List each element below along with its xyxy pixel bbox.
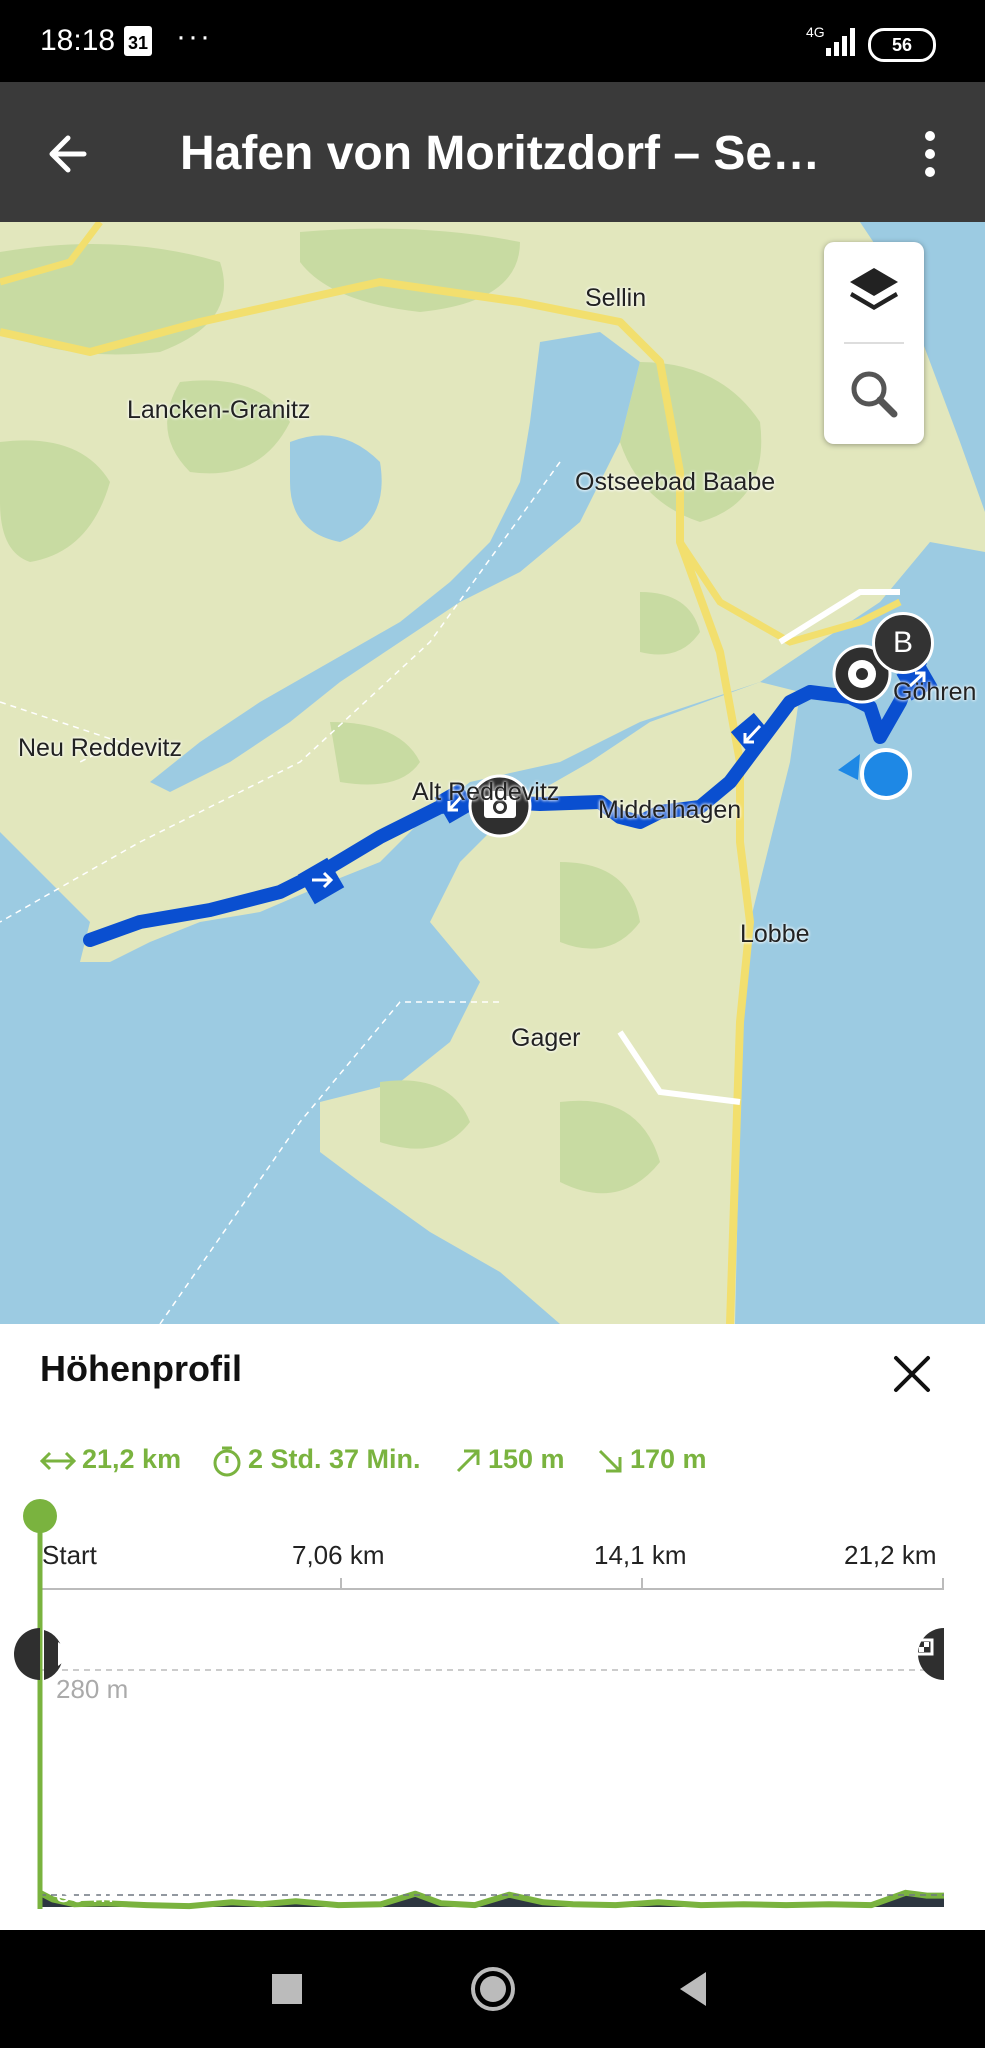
current-location-icon (838, 748, 912, 800)
home-button[interactable] (468, 1960, 518, 2020)
waypoint-b-label: B (892, 626, 913, 659)
map-label-gohren: Göhren (893, 678, 977, 706)
map-label-sellin: Sellin (585, 284, 647, 312)
app-bar: Hafen von Moritzdorf – See… (0, 82, 985, 222)
x-tick-2: 14,1 km (594, 1540, 687, 1570)
status-bar: 18:18 31 ··· 4G 56 (0, 0, 985, 82)
map-label-baabe: Ostseebad Baabe (575, 468, 776, 496)
elevation-sheet: Höhenprofil 21,2 km 2 Std. 37 Min. 150 m… (0, 1324, 985, 1930)
stat-ascent-value: 150 m (488, 1444, 565, 1474)
finish-flag-icon (908, 1628, 944, 1680)
stat-descent-value: 170 m (630, 1444, 707, 1474)
layers-icon[interactable] (824, 242, 924, 342)
network-type: 4G (806, 24, 825, 40)
elevation-title: Höhenprofil (40, 1348, 242, 1389)
overflow-menu-icon[interactable] (910, 124, 950, 184)
x-tick-1: 7,06 km (292, 1540, 385, 1570)
stat-distance: 21,2 km (39, 1444, 182, 1475)
descent-arrow-icon (598, 1449, 622, 1473)
y-label-max: 280 m (56, 1674, 129, 1704)
search-icon[interactable] (824, 344, 924, 444)
map-label-alt-reddevitz: Alt Reddevitz (412, 778, 560, 806)
close-icon[interactable] (886, 1348, 938, 1400)
signal-icon (826, 28, 855, 56)
x-tick-end: 21,2 km (844, 1540, 937, 1570)
stat-distance-value: 21,2 km (82, 1444, 182, 1474)
status-time: 18:18 (40, 24, 116, 57)
more-notifications-icon: ··· (176, 20, 212, 53)
recents-button[interactable] (270, 1960, 304, 2020)
stat-duration-value: 2 Std. 37 Min. (248, 1444, 421, 1474)
battery-indicator: 56 (868, 28, 936, 62)
elevation-line (38, 1889, 944, 1910)
page-title: Hafen von Moritzdorf – See… (180, 127, 840, 180)
waypoint-b-marker[interactable]: B (872, 612, 934, 674)
start-play-icon (14, 1628, 74, 1680)
map-label-middelhagen: Middelhagen (598, 796, 742, 824)
map-label-lancken-granitz: Lancken-Granitz (127, 396, 311, 424)
system-nav-bar (0, 1930, 985, 2048)
elevation-area (40, 1892, 944, 1907)
elevation-chart (14, 1499, 944, 1910)
timer-icon (213, 1446, 241, 1477)
map-controls (824, 242, 924, 444)
y-label-min: 30 m (56, 1878, 114, 1908)
distance-icon (39, 1451, 77, 1470)
position-cursor-handle (23, 1499, 57, 1533)
map-label-neu-reddevitz: Neu Reddevitz (18, 734, 182, 762)
back-button[interactable] (676, 1960, 710, 2020)
map-label-lobbe: Lobbe (740, 920, 810, 948)
calendar-icon: 31 (124, 26, 152, 56)
ascent-arrow-icon (456, 1449, 480, 1472)
back-arrow-icon[interactable] (40, 124, 100, 184)
stat-ascent: 150 m (454, 1444, 565, 1475)
stat-duration: 2 Std. 37 Min. (212, 1444, 421, 1477)
stat-descent: 170 m (596, 1444, 707, 1475)
x-tick-start: Start (42, 1540, 97, 1570)
map-label-gager: Gager (511, 1024, 581, 1052)
